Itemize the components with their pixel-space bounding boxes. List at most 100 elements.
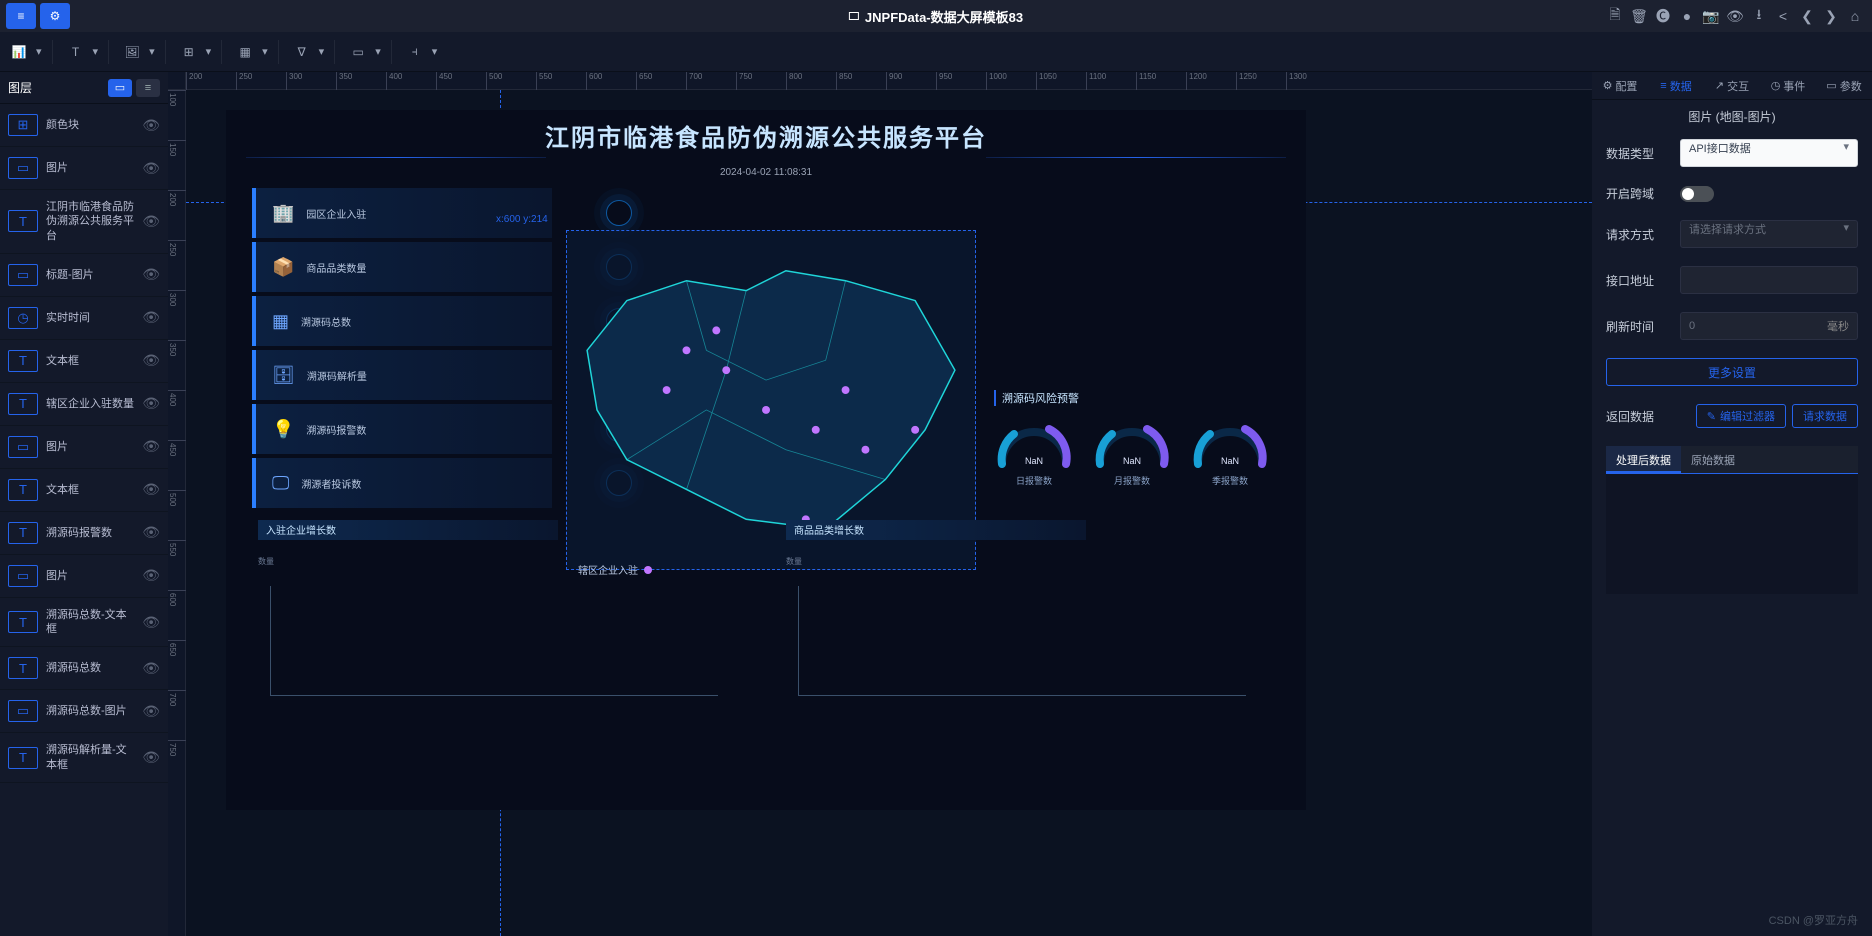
eye-icon[interactable]: 👁 (142, 213, 160, 230)
gauge: NaN日报警数 (994, 414, 1074, 487)
nav-right-icon[interactable]: ❯ (1820, 5, 1842, 27)
layer-item[interactable]: T溯源码解析量-文本框👁 (0, 733, 168, 783)
label-return-data: 返回数据 (1606, 408, 1654, 425)
tab-raw-data[interactable]: 原始数据 (1681, 446, 1745, 473)
tool-chart[interactable]: 📊 (6, 32, 32, 72)
tab-processed-data[interactable]: 处理后数据 (1606, 446, 1681, 473)
stat-row[interactable]: ▦ 溯源码总数 (252, 296, 552, 346)
label-refresh: 刷新时间 (1606, 318, 1670, 335)
layer-label: 溯源码总数-文本框 (46, 608, 134, 637)
stat-icon: 🖵 (272, 473, 289, 494)
stat-row[interactable]: 📦商品品类数量 (252, 242, 552, 292)
layer-item[interactable]: T文本框👁 (0, 469, 168, 512)
home-icon[interactable]: ⌂ (1844, 5, 1866, 27)
download-icon[interactable]: ⭳ (1748, 5, 1770, 27)
layer-type-icon: T (8, 210, 38, 232)
props-tab-数据[interactable]: ≡数据 (1648, 72, 1704, 99)
layer-item[interactable]: ◷实时时间👁 (0, 297, 168, 340)
layer-type-icon: T (8, 747, 38, 769)
eye-icon[interactable]: 👁 (142, 395, 160, 412)
layer-label: 溯源码总数 (46, 661, 134, 675)
props-tab-交互[interactable]: ↗交互 (1704, 72, 1760, 99)
button-edit-filter[interactable]: ✎编辑过滤器 (1696, 404, 1786, 428)
tool-frame[interactable]: ▭ (345, 32, 371, 72)
stat-label: 溯源码总数 (301, 314, 351, 329)
layer-type-icon: T (8, 350, 38, 372)
eye-icon[interactable]: 👁 (142, 352, 160, 369)
nav-left-icon[interactable]: ❮ (1796, 5, 1818, 27)
map[interactable] (566, 230, 976, 570)
stat-row[interactable]: 🏢园区企业入驻 (252, 188, 552, 238)
layer-view-thumb[interactable]: ▭ (108, 79, 132, 97)
share-icon[interactable]: < (1772, 5, 1794, 27)
layer-label: 文本框 (46, 354, 134, 368)
props-tab-事件[interactable]: ◷事件 (1760, 72, 1816, 99)
tool-brush[interactable]: ⫞ (402, 32, 428, 72)
layer-item[interactable]: T溯源码总数👁 (0, 647, 168, 690)
trash-icon[interactable]: 🗑 (1628, 5, 1650, 27)
layers-title: 图层 (8, 79, 32, 96)
eye-icon[interactable]: 👁 (1724, 5, 1746, 27)
stat-row[interactable]: 🖵溯源者投诉数 (252, 458, 552, 508)
layer-item[interactable]: ▭图片👁 (0, 147, 168, 190)
tool-image[interactable]: 🖼 (119, 32, 145, 72)
layer-item[interactable]: T溯源码总数-文本框👁 (0, 598, 168, 648)
toggle-cors[interactable] (1680, 186, 1714, 202)
layer-item[interactable]: ▭图片👁 (0, 426, 168, 469)
layer-item[interactable]: T 江阴市临港食品防伪溯源公共服务平台 👁 (0, 190, 168, 254)
layer-item[interactable]: ▭标题-图片👁 (0, 254, 168, 297)
layer-item[interactable]: ⊞颜色块👁 (0, 104, 168, 147)
canvas-area[interactable]: 2002503003504004505005506006507007508008… (168, 72, 1592, 936)
eye-icon[interactable]: 👁 (142, 117, 160, 134)
layer-item[interactable]: ▭图片👁 (0, 555, 168, 598)
layer-label: 辖区企业入驻数量 (46, 397, 134, 411)
eye-icon[interactable]: 👁 (142, 567, 160, 584)
coordinate-readout: x:600 y:214 (496, 214, 548, 225)
eye-icon[interactable]: 👁 (142, 309, 160, 326)
camera-icon[interactable]: 📷 (1700, 5, 1722, 27)
select-data-type[interactable]: API接口数据 (1680, 139, 1858, 167)
tool-text[interactable]: T (63, 32, 89, 72)
eye-icon[interactable]: 👁 (142, 614, 160, 631)
layer-item[interactable]: T辖区企业入驻数量👁 (0, 383, 168, 426)
eye-icon[interactable]: 👁 (142, 660, 160, 677)
dashboard-stage[interactable]: 江阴市临港食品防伪溯源公共服务平台 2024-04-02 11:08:31 🏢园… (226, 110, 1306, 810)
button-request-data[interactable]: 请求数据 (1792, 404, 1858, 428)
layer-item[interactable]: ▭溯源码总数-图片👁 (0, 690, 168, 733)
settings-button[interactable]: ⚙ (40, 3, 70, 29)
props-tab-参数[interactable]: ▭参数 (1816, 72, 1872, 99)
tool-group[interactable]: ⊞ (176, 32, 202, 72)
menu-button[interactable]: ≡ (6, 3, 36, 29)
eye-icon[interactable]: 👁 (142, 524, 160, 541)
eye-icon[interactable]: 👁 (142, 160, 160, 177)
tool-table[interactable]: ▦ (232, 32, 258, 72)
chart2: 数量 (786, 556, 1246, 696)
props-tabs: ⚙配置≡数据↗交互◷事件▭参数 (1592, 72, 1872, 100)
input-refresh[interactable]: 0毫秒 (1680, 312, 1858, 340)
stat-icon: ▦ (272, 311, 289, 332)
stat-row[interactable]: 💡溯源码报警数 (252, 404, 552, 454)
select-method[interactable]: 请选择请求方式 (1680, 220, 1858, 248)
layer-label: 溯源码报警数 (46, 526, 134, 540)
stat-row[interactable]: 🗄溯源码解析量 (252, 350, 552, 400)
layer-item[interactable]: T溯源码报警数👁 (0, 512, 168, 555)
bulb-icon[interactable]: ● (1676, 5, 1698, 27)
eye-icon[interactable]: 👁 (142, 749, 160, 766)
layer-label: 江阴市临港食品防伪溯源公共服务平台 (46, 200, 134, 243)
data-view (1606, 474, 1858, 594)
layer-view-list[interactable]: ≡ (136, 79, 160, 97)
eye-icon[interactable]: 👁 (142, 266, 160, 283)
dup-icon[interactable]: 🅒 (1652, 5, 1674, 27)
layer-item[interactable]: T 文本框 👁 (0, 340, 168, 383)
button-more-settings[interactable]: 更多设置 (1606, 358, 1858, 386)
ruler-horizontal: 2002503003504004505005506006507007508008… (186, 72, 1592, 90)
eye-icon[interactable]: 👁 (142, 481, 160, 498)
eye-icon[interactable]: 👁 (142, 438, 160, 455)
doc-icon[interactable]: 🗎 (1604, 5, 1626, 27)
tab-icon: ↗ (1715, 79, 1724, 92)
input-url[interactable] (1680, 266, 1858, 294)
props-tab-配置[interactable]: ⚙配置 (1592, 72, 1648, 99)
tool-funnel[interactable]: ∇ (289, 32, 315, 72)
layer-label: 实时时间 (46, 311, 134, 325)
eye-icon[interactable]: 👁 (142, 703, 160, 720)
